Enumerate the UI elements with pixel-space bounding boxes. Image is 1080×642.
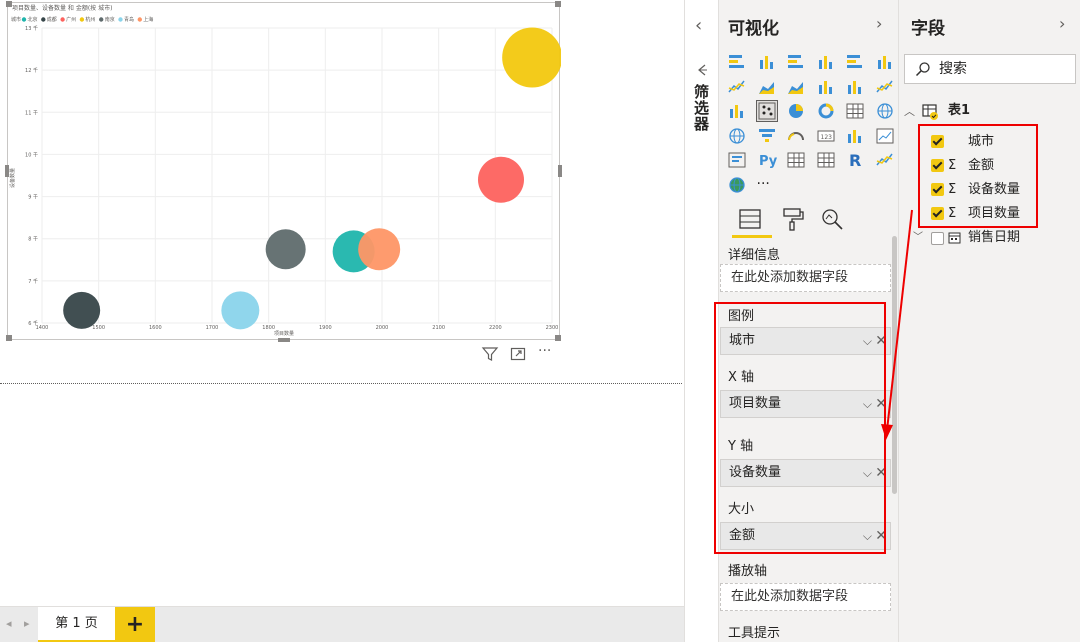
annotation-arrow xyxy=(881,209,913,440)
